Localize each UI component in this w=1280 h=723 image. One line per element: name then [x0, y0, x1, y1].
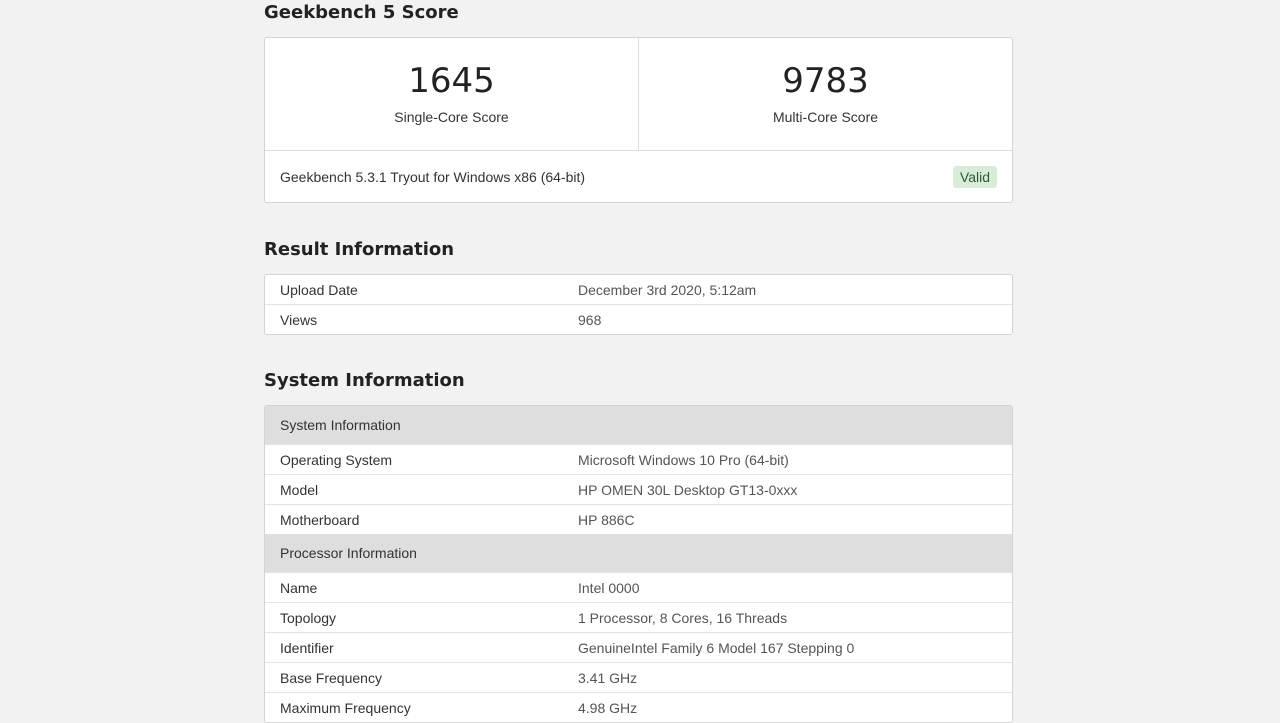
- views-value: 968: [563, 304, 1012, 334]
- topology-key: Topology: [265, 602, 563, 633]
- score-heading: Geekbench 5 Score: [264, 2, 459, 23]
- result-heading: Result Information: [264, 239, 455, 260]
- cpu-name-value: Intel 0000: [563, 572, 1012, 603]
- os-value: Microsoft Windows 10 Pro (64-bit): [563, 444, 1012, 475]
- upload-date-value: December 3rd 2020, 5:12am: [578, 281, 757, 298]
- benchmark-version: Geekbench 5.3.1 Tryout for Windows x86 (…: [280, 169, 586, 185]
- score-footer: Geekbench 5.3.1 Tryout for Windows x86 (…: [265, 151, 1012, 203]
- upload-date-key: Upload Date: [280, 281, 358, 298]
- multi-core-cell: 9783 Multi-Core Score: [638, 38, 1012, 150]
- system-info-card: System Information Operating System Micr…: [264, 405, 1013, 723]
- cpu-name-key: Name: [265, 572, 563, 603]
- score-row: 1645 Single-Core Score 9783 Multi-Core S…: [265, 38, 1012, 151]
- topology-value: 1 Processor, 8 Cores, 16 Threads: [563, 602, 1012, 633]
- model-value: HP OMEN 30L Desktop GT13-0xxx: [563, 474, 1012, 505]
- result-info-card: Upload Date December 3rd 2020, 5:12am Vi…: [264, 274, 1013, 335]
- system-heading: System Information: [264, 370, 465, 391]
- os-key: Operating System: [265, 444, 563, 475]
- section-header-system: System Information: [265, 406, 1012, 445]
- motherboard-key: Motherboard: [265, 504, 563, 534]
- section-title: Processor Information: [265, 534, 1012, 573]
- table-row: Model HP OMEN 30L Desktop GT13-0xxx: [265, 474, 1012, 505]
- system-info-table: System Information Operating System Micr…: [265, 406, 1012, 722]
- section-header-processor: Processor Information: [265, 534, 1012, 573]
- single-core-label: Single-Core Score: [394, 109, 509, 125]
- table-row: Base Frequency 3.41 GHz: [265, 662, 1012, 693]
- base-frequency-value: 3.41 GHz: [563, 662, 1012, 693]
- base-frequency-key: Base Frequency: [265, 662, 563, 693]
- max-frequency-key: Maximum Frequency: [265, 692, 563, 722]
- main-content: Geekbench 5 Score 1645 Single-Core Score…: [264, 0, 1013, 723]
- table-row: Name Intel 0000: [265, 572, 1012, 603]
- max-frequency-value: 4.98 GHz: [563, 692, 1012, 722]
- table-row: Operating System Microsoft Windows 10 Pr…: [265, 444, 1012, 475]
- views-key: Views: [265, 304, 563, 334]
- table-row: Views 968: [265, 304, 1012, 334]
- result-info-table: Upload Date December 3rd 2020, 5:12am Vi…: [265, 275, 1012, 334]
- table-row: Topology 1 Processor, 8 Cores, 16 Thread…: [265, 602, 1012, 633]
- valid-status-badge: Valid: [952, 166, 997, 188]
- score-card: 1645 Single-Core Score 9783 Multi-Core S…: [264, 37, 1013, 203]
- multi-core-label: Multi-Core Score: [772, 109, 879, 125]
- single-core-cell: 1645 Single-Core Score: [265, 38, 638, 150]
- identifier-key: Identifier: [265, 632, 563, 663]
- table-row: Motherboard HP 886C: [265, 504, 1012, 534]
- section-title: System Information: [265, 406, 1012, 445]
- model-key: Model: [265, 474, 563, 505]
- table-row: Upload Date December 3rd 2020, 5:12am: [265, 275, 1012, 305]
- multi-core-score: 9783: [782, 61, 869, 101]
- table-row: Identifier GenuineIntel Family 6 Model 1…: [265, 632, 1012, 663]
- motherboard-value: HP 886C: [563, 504, 1012, 534]
- table-row: Maximum Frequency 4.98 GHz: [265, 692, 1012, 722]
- single-core-score: 1645: [408, 61, 495, 101]
- identifier-value: GenuineIntel Family 6 Model 167 Stepping…: [563, 632, 1012, 663]
